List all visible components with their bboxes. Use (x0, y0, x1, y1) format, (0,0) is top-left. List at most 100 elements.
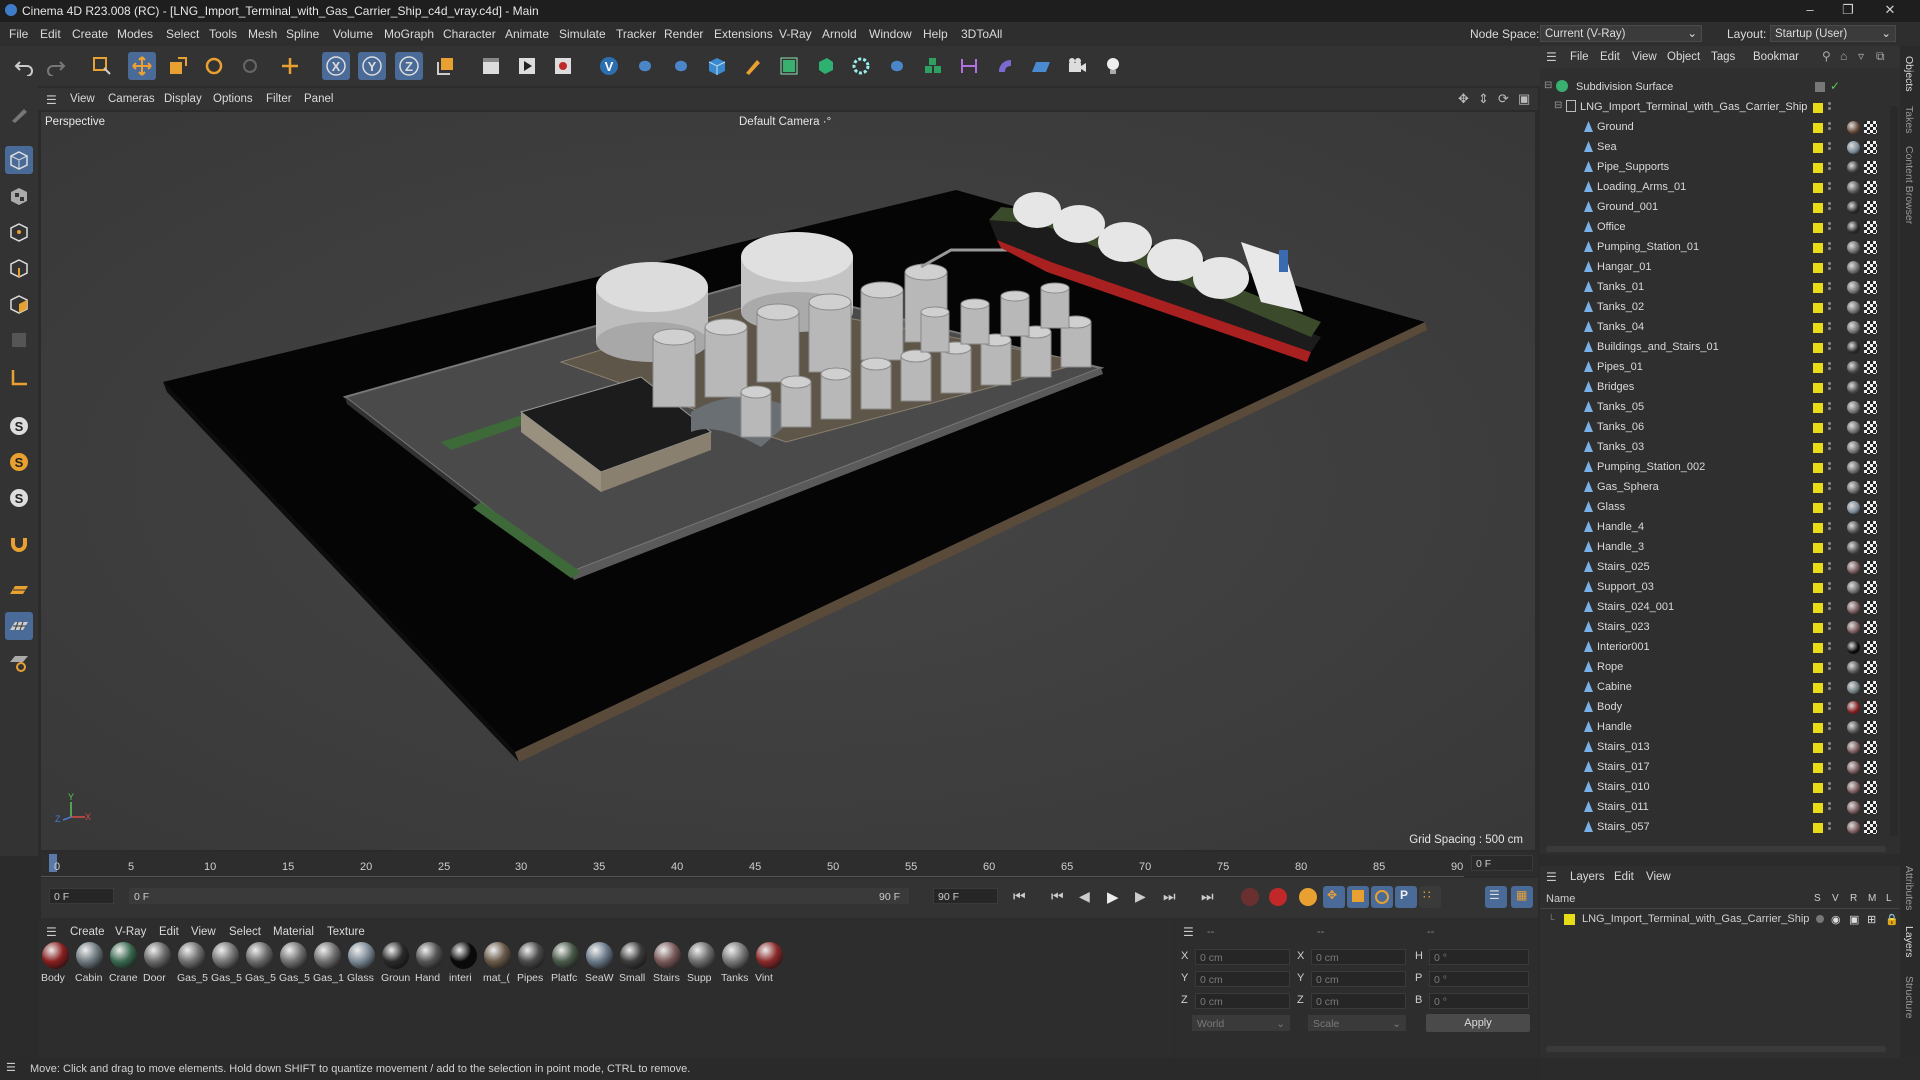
menu-modes[interactable]: Modes (117, 27, 153, 41)
om-menu-edit[interactable]: Edit (1600, 51, 1620, 63)
material-swatch[interactable]: Gas_5 (245, 942, 276, 986)
menu-render[interactable]: Render (664, 27, 703, 41)
visibility-dots-icon[interactable] (1828, 682, 1831, 685)
layer-horizontal-scrollbar[interactable] (1546, 1046, 1886, 1052)
object-row[interactable]: Stairs_010 (1540, 778, 1900, 798)
autokey-icon[interactable] (1269, 888, 1287, 906)
material-swatch[interactable]: Crane (109, 942, 139, 986)
object-row[interactable]: Stairs_017 (1540, 758, 1900, 778)
pen-tool-button[interactable] (739, 52, 767, 80)
material-swatch[interactable]: Platfc (551, 942, 581, 986)
material-tag-icon[interactable] (1847, 341, 1860, 354)
coordinate-system-dropdown[interactable]: World ⌄ (1192, 1015, 1290, 1031)
layer-color-swatch[interactable] (1813, 243, 1823, 253)
layer-color-swatch[interactable] (1813, 543, 1823, 553)
object-row[interactable]: Handle_3 (1540, 538, 1900, 558)
uvw-tag-icon[interactable] (1864, 421, 1877, 434)
visibility-dots-icon[interactable] (1828, 782, 1831, 785)
mat-menu-texture[interactable]: Texture (327, 926, 365, 938)
render-picture-viewer-button[interactable] (513, 52, 541, 80)
coordinate-system-button[interactable] (432, 52, 460, 80)
collapse-icon[interactable]: ⊟ (1554, 100, 1562, 111)
material-tag-icon[interactable] (1847, 221, 1860, 234)
material-swatch[interactable]: Groun (381, 942, 411, 986)
python-generator-button[interactable] (883, 52, 911, 80)
viewport-menu-options[interactable]: Options (213, 93, 253, 105)
material-swatch[interactable]: Tanks (721, 942, 751, 986)
object-row[interactable]: Hangar_01 (1540, 258, 1900, 278)
visibility-dots-icon[interactable] (1828, 542, 1831, 545)
menu-arnold[interactable]: Arnold (822, 27, 857, 41)
rot-p-field[interactable]: 0 ° (1429, 971, 1529, 987)
close-icon[interactable]: ✕ (1875, 2, 1905, 20)
menu-mograph[interactable]: MoGraph (384, 27, 434, 41)
menu-help[interactable]: Help (923, 27, 948, 41)
uvw-tag-icon[interactable] (1864, 241, 1877, 254)
rot-h-field[interactable]: 0 ° (1429, 949, 1529, 965)
pos-z-field[interactable]: 0 cm (1195, 993, 1290, 1009)
layer-color-swatch[interactable] (1813, 743, 1823, 753)
om-menu-tags[interactable]: Tags (1711, 51, 1735, 63)
material-tag-icon[interactable] (1847, 361, 1860, 374)
render-toggle-icon[interactable]: ▣ (1849, 913, 1859, 926)
uvw-tag-icon[interactable] (1864, 661, 1877, 674)
tab-takes[interactable]: Takes (1903, 106, 1915, 133)
material-tag-icon[interactable] (1847, 401, 1860, 414)
object-row[interactable]: Stairs_057 (1540, 818, 1900, 838)
material-tag-icon[interactable] (1847, 161, 1860, 174)
menu-character[interactable]: Character (443, 27, 496, 41)
uvw-tag-icon[interactable] (1864, 261, 1877, 274)
layer-color-swatch[interactable] (1564, 914, 1575, 925)
key-scale-button[interactable] (1347, 886, 1369, 908)
object-row-root[interactable]: ⊟ Subdivision Surface ✓ (1540, 78, 1900, 98)
rot-b-field[interactable]: 0 ° (1429, 993, 1529, 1009)
material-swatch[interactable]: Body (41, 942, 71, 986)
material-tag-icon[interactable] (1847, 561, 1860, 574)
object-row[interactable]: Sea (1540, 138, 1900, 158)
material-tag-icon[interactable] (1847, 601, 1860, 614)
menu-select[interactable]: Select (166, 27, 199, 41)
material-swatch[interactable]: Cabin (75, 942, 105, 986)
mat-menu-edit[interactable]: Edit (159, 926, 179, 938)
material-swatch[interactable]: Door (143, 942, 173, 986)
visibility-dots-icon[interactable] (1828, 122, 1831, 125)
object-row[interactable]: Stairs_023 (1540, 618, 1900, 638)
size-x-field[interactable]: 0 cm (1311, 949, 1406, 965)
visibility-dots-icon[interactable] (1828, 402, 1831, 405)
pos-x-field[interactable]: 0 cm (1195, 949, 1290, 965)
menu-create[interactable]: Create (72, 27, 108, 41)
uvw-tag-icon[interactable] (1864, 681, 1877, 694)
polygons-mode-button[interactable] (5, 290, 33, 318)
viewport-menu-display[interactable]: Display (164, 93, 202, 105)
uv-mode-button[interactable] (5, 326, 33, 354)
visibility-dots-icon[interactable] (1828, 482, 1831, 485)
visibility-dots-icon[interactable] (1828, 202, 1831, 205)
visibility-dots-icon[interactable] (1828, 322, 1831, 325)
om-menu-bookmarks[interactable]: Bookmar (1753, 51, 1799, 63)
material-tag-icon[interactable] (1847, 761, 1860, 774)
visibility-dots-icon[interactable] (1828, 302, 1831, 305)
light-button[interactable] (1099, 52, 1127, 80)
uvw-tag-icon[interactable] (1864, 361, 1877, 374)
uvw-tag-icon[interactable] (1864, 781, 1877, 794)
material-tag-icon[interactable] (1847, 181, 1860, 194)
checkmark-icon[interactable]: ✓ (1830, 79, 1840, 93)
snap-button[interactable]: S (5, 412, 33, 440)
visibility-dots-icon[interactable] (1828, 762, 1831, 765)
add-object-button[interactable] (276, 52, 304, 80)
magnet-button[interactable] (5, 530, 33, 558)
object-row[interactable]: Gas_Sphera (1540, 478, 1900, 498)
uvw-tag-icon[interactable] (1864, 461, 1877, 474)
viewport-menu-filter[interactable]: Filter (266, 93, 292, 105)
floor-button[interactable] (1027, 52, 1055, 80)
hamburger-icon[interactable]: ☰ (1546, 50, 1557, 64)
layer-color-swatch[interactable] (1813, 683, 1823, 693)
object-row[interactable]: Tanks_04 (1540, 318, 1900, 338)
visibility-dots-icon[interactable] (1828, 462, 1831, 465)
material-tag-icon[interactable] (1847, 801, 1860, 814)
visibility-dots-icon[interactable] (1828, 702, 1831, 705)
object-row-group[interactable]: ⊟ LNG_Import_Terminal_with_Gas_Carrier_S… (1540, 98, 1900, 118)
layer-menu-edit[interactable]: Edit (1614, 871, 1634, 883)
object-row[interactable]: Tanks_06 (1540, 418, 1900, 438)
mat-menu-material[interactable]: Material (273, 926, 314, 938)
